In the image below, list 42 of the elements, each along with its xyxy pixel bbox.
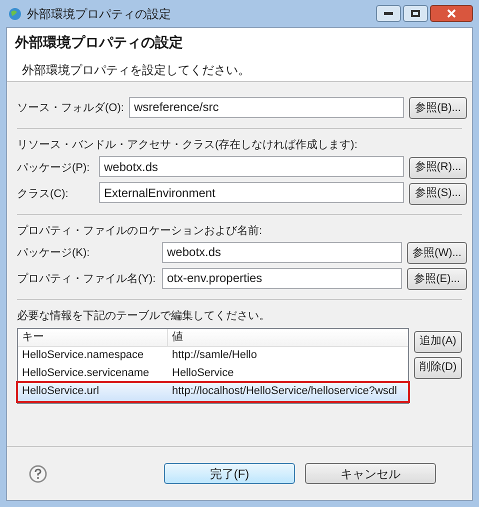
field-label: ソース・フォルダ(O): bbox=[17, 102, 124, 114]
close-button[interactable] bbox=[430, 5, 473, 22]
finish-button[interactable]: 完了(F) bbox=[164, 463, 295, 484]
section-heading: プロパティ・ファイルのロケーションおよび名前: bbox=[17, 224, 264, 238]
browse-button[interactable]: 参照(B)... bbox=[409, 97, 467, 120]
table-cell-text: HelloService.url bbox=[21, 384, 100, 400]
table-cell-text: http://samle/Hello bbox=[171, 348, 258, 364]
minimize-button[interactable] bbox=[376, 5, 401, 22]
browse-button[interactable]: 追加(A) bbox=[414, 330, 462, 352]
column-header[interactable]: キー bbox=[18, 328, 168, 346]
table-cell-text: HelloService.servicename bbox=[21, 366, 150, 382]
field-label: クラス(C): bbox=[17, 188, 68, 200]
table-row[interactable]: HelloService.url http://localhost/HelloService/helloservice?wsdl bbox=[18, 382, 408, 400]
field-label: パッケージ(P): bbox=[17, 162, 90, 174]
help-icon[interactable] bbox=[29, 464, 47, 482]
browse-button[interactable]: 削除(D) bbox=[414, 356, 462, 378]
browse-button[interactable]: 参照(W)... bbox=[407, 242, 467, 264]
field-label: プロパティ・ファイル名(Y): bbox=[17, 273, 156, 285]
cancel-button[interactable]: キャンセル bbox=[305, 463, 436, 484]
page-title: 外部環境プロパティの設定 bbox=[15, 33, 184, 52]
table-cell-text: HelloService.namespace bbox=[21, 348, 145, 364]
section-heading: リソース・バンドル・アクセサ・クラス(存在しなければ作成します): bbox=[17, 138, 358, 153]
table-row[interactable]: HelloService.namespace http://samle/Hello bbox=[18, 346, 408, 364]
globe-icon bbox=[8, 6, 22, 20]
input-field[interactable]: webotx.ds bbox=[162, 242, 402, 262]
browse-button[interactable]: 参照(S)... bbox=[409, 182, 467, 205]
field-label: パッケージ(K): bbox=[17, 247, 90, 259]
input-field[interactable]: wsreference/src bbox=[129, 96, 404, 118]
table-cell-text: HelloService bbox=[171, 366, 235, 382]
browse-button[interactable]: 参照(E)... bbox=[407, 268, 467, 290]
window-title: 外部環境プロパティの設定 bbox=[27, 6, 171, 22]
input-field[interactable]: ExternalEnvironment bbox=[99, 182, 404, 203]
input-field[interactable]: webotx.ds bbox=[99, 156, 404, 177]
column-header[interactable]: 値 bbox=[168, 328, 408, 346]
maximize-button[interactable] bbox=[403, 5, 428, 22]
table-row[interactable]: HelloService.servicename HelloService bbox=[18, 364, 408, 382]
input-field[interactable]: otx-env.properties bbox=[162, 268, 402, 288]
browse-button[interactable]: 参照(R)... bbox=[409, 156, 467, 179]
page-description: 外部環境プロパティを設定してください。 bbox=[22, 62, 251, 79]
section-heading: 必要な情報を下記のテーブルで編集してください。 bbox=[17, 308, 271, 324]
close-icon bbox=[447, 9, 456, 18]
table-cell-text: http://localhost/HelloService/helloservice?wsdl bbox=[171, 384, 398, 400]
